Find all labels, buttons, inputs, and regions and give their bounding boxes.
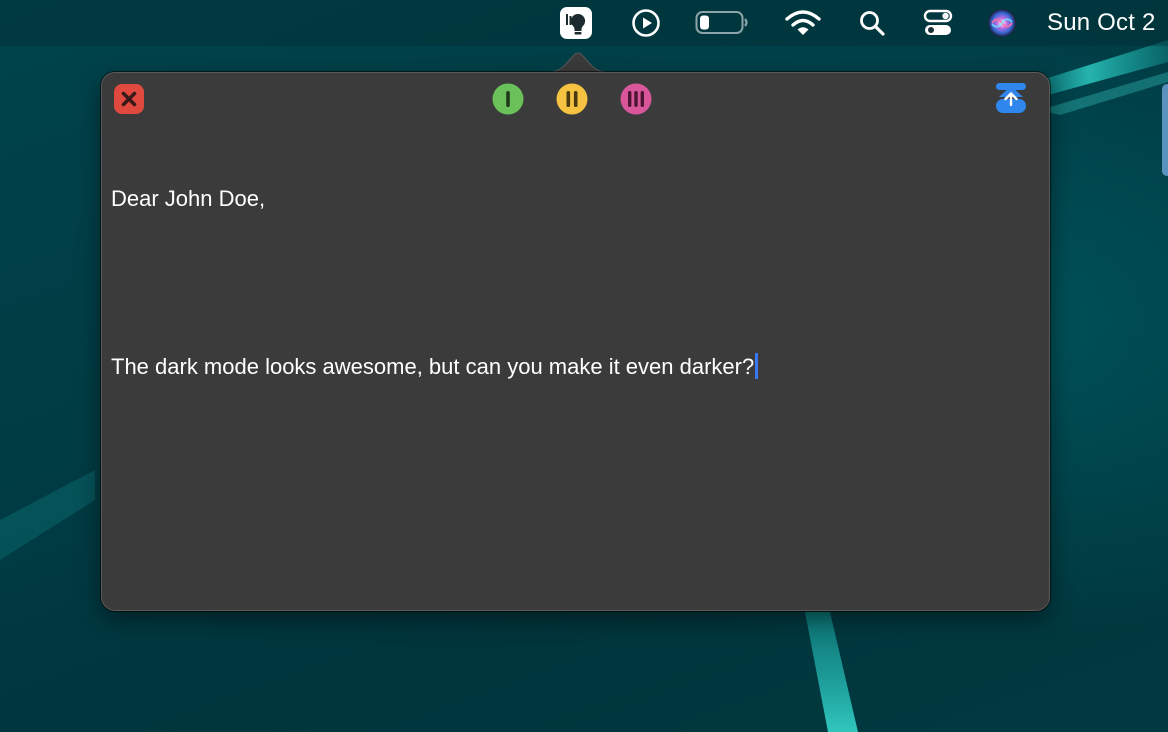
- text-caret: [755, 353, 759, 379]
- background-window-edge: [1162, 84, 1168, 176]
- play-circle-icon[interactable]: [628, 0, 664, 46]
- layout-two-button[interactable]: [556, 83, 588, 115]
- note-line: [111, 269, 1031, 297]
- layout-three-button[interactable]: [620, 83, 652, 115]
- note-line: Dear John Doe,: [111, 186, 266, 211]
- one-bar-icon: [492, 83, 524, 115]
- detach-window-icon: [996, 83, 1026, 113]
- menu-bar-clock[interactable]: Sun Oct 2: [1047, 9, 1156, 37]
- lightbulb-notes-app-icon[interactable]: [558, 0, 594, 46]
- close-icon: [114, 84, 144, 114]
- layout-one-button[interactable]: [492, 83, 524, 115]
- detach-button[interactable]: [993, 80, 1029, 116]
- two-bars-icon: [556, 83, 588, 115]
- three-bars-icon: [620, 83, 652, 115]
- search-icon[interactable]: [855, 0, 889, 46]
- control-center-icon[interactable]: [920, 0, 956, 46]
- popover-arrow: [538, 52, 618, 74]
- note-popover: Dear John Doe, The dark mode looks aweso…: [101, 72, 1050, 611]
- menu-bar: Sun Oct 2: [0, 0, 1168, 46]
- note-line: The dark mode looks awesome, but can you…: [111, 353, 1031, 381]
- siri-icon[interactable]: [985, 0, 1019, 46]
- battery-icon[interactable]: [695, 0, 749, 46]
- wifi-icon[interactable]: [783, 0, 823, 46]
- note-text-area[interactable]: Dear John Doe, The dark mode looks aweso…: [111, 129, 1031, 437]
- close-button[interactable]: [113, 83, 145, 115]
- note-line-text: The dark mode looks awesome, but can you…: [111, 354, 755, 379]
